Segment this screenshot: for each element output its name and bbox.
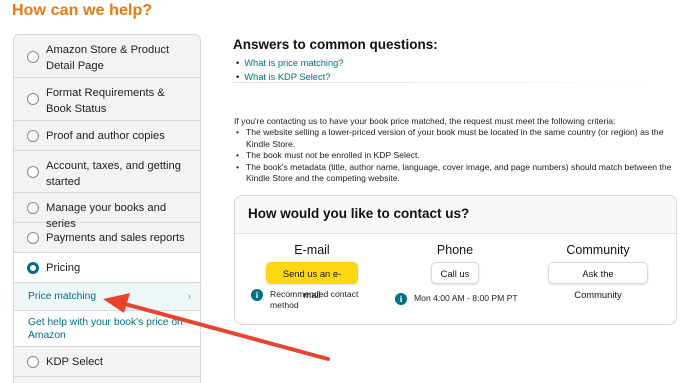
sidebar-item-proof-copies[interactable]: Proof and author copies bbox=[14, 121, 200, 151]
email-note: i Recommended contact method bbox=[251, 289, 371, 311]
criteria-item: The book's metadata (title, author name,… bbox=[234, 162, 674, 185]
sidebar-item-label: Proof and author copies bbox=[46, 130, 165, 142]
criteria-intro: If you're contacting us to have your boo… bbox=[234, 116, 616, 126]
phone-option: Phone Call us bbox=[430, 243, 480, 284]
info-circle-icon: i bbox=[251, 289, 263, 301]
send-email-button[interactable]: Send us an e-mail bbox=[266, 262, 358, 300]
radio-icon[interactable] bbox=[27, 202, 39, 214]
phone-note-text: Mon 4:00 AM - 8:00 PM PT bbox=[414, 293, 518, 303]
email-title: E-mail bbox=[294, 243, 330, 257]
radio-selected-icon[interactable] bbox=[27, 262, 39, 274]
subitem-price-help[interactable]: Get help with your book's price on Amazo… bbox=[14, 311, 200, 347]
page-title: How can we help? bbox=[12, 2, 153, 19]
radio-icon[interactable] bbox=[27, 51, 39, 63]
faq-links: What is price matching? What is KDP Sele… bbox=[236, 56, 343, 84]
subitem-price-matching[interactable]: Price matching › bbox=[14, 283, 200, 311]
sidebar-item-account-taxes[interactable]: Account, taxes, and getting started bbox=[14, 151, 200, 193]
answers-heading: Answers to common questions: bbox=[233, 37, 438, 52]
sidebar-item-label: Format Requirements & Book Status bbox=[46, 87, 165, 115]
chevron-right-icon: › bbox=[187, 291, 191, 302]
ask-community-button[interactable]: Ask the Community bbox=[548, 262, 648, 300]
faq-link-price-matching[interactable]: What is price matching? bbox=[236, 56, 343, 70]
sidebar-item-format-requirements[interactable]: Format Requirements & Book Status bbox=[14, 78, 200, 121]
contact-heading: How would you like to contact us? bbox=[235, 196, 676, 234]
radio-icon[interactable] bbox=[27, 232, 39, 244]
phone-note: i Mon 4:00 AM - 8:00 PM PT bbox=[395, 293, 545, 305]
community-title: Community bbox=[566, 243, 630, 257]
radio-icon[interactable] bbox=[27, 130, 39, 142]
radio-icon[interactable] bbox=[27, 166, 39, 178]
call-us-button[interactable]: Call us bbox=[430, 262, 480, 284]
sidebar-item-payments[interactable]: Payments and sales reports bbox=[14, 223, 200, 253]
subitem-label: Get help with your book's price on Amazo… bbox=[28, 317, 183, 341]
radio-icon[interactable] bbox=[27, 356, 39, 368]
sidebar-item-manage-books[interactable]: Manage your books and series bbox=[14, 193, 200, 230]
subitem-label: Price matching bbox=[28, 291, 97, 302]
criteria-item: The book must not be enrolled in KDP Sel… bbox=[234, 150, 674, 162]
radio-icon[interactable] bbox=[27, 93, 39, 105]
sidebar-item-label: Payments and sales reports bbox=[46, 232, 185, 244]
criteria-list: The website selling a lower-priced versi… bbox=[234, 127, 674, 185]
phone-title: Phone bbox=[436, 243, 474, 257]
sidebar-item-kdp-select[interactable]: KDP Select bbox=[14, 347, 200, 377]
sidebar-item-label: Pricing bbox=[46, 262, 81, 274]
email-note-text: Recommended contact method bbox=[270, 289, 359, 310]
sidebar-item-label: KDP Select bbox=[46, 356, 104, 368]
sidebar-item-pricing[interactable]: Pricing bbox=[14, 253, 200, 283]
topic-sidebar: Amazon Store & Product Detail Page Forma… bbox=[13, 34, 201, 383]
sidebar-item-amazon-store[interactable]: Amazon Store & Product Detail Page bbox=[14, 35, 200, 78]
contact-panel: How would you like to contact us? E-mail… bbox=[234, 195, 677, 325]
divider bbox=[233, 82, 673, 83]
criteria-item: The website selling a lower-priced versi… bbox=[234, 127, 674, 150]
community-option: Community Ask the Community bbox=[548, 243, 648, 303]
info-circle-icon: i bbox=[395, 293, 407, 305]
sidebar-item-label: Amazon Store & Product Detail Page bbox=[46, 44, 170, 72]
sidebar-item-label: Account, taxes, and getting started bbox=[46, 160, 181, 188]
